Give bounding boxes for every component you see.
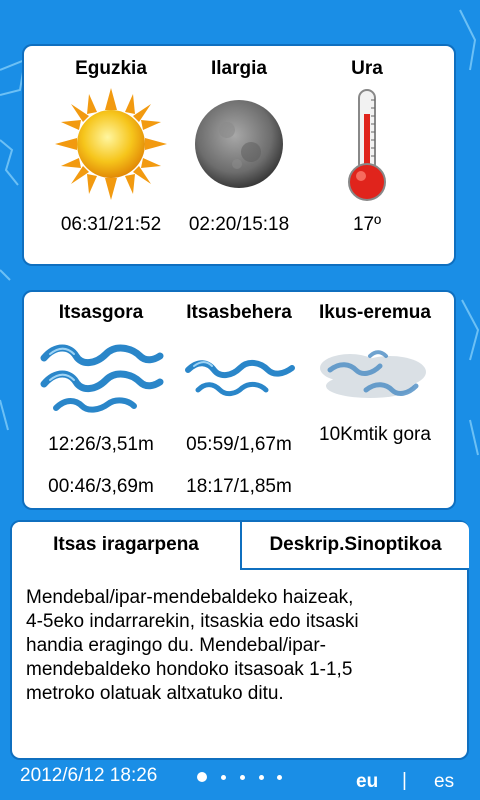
high-tide-value-1: 12:26/3,51m [48,434,154,455]
page-dot[interactable] [221,775,226,780]
waves-icon [40,344,164,413]
tab-itsas-iragarpena[interactable]: Itsas iragarpena [12,522,240,568]
tab-deskrip-sinoptikoa[interactable]: Deskrip.Sinoptikoa [240,522,469,570]
water-column: Ura 17º [292,46,442,236]
thermometer-icon [348,89,386,201]
visibility-column: Ikus-eremua 10Kmtik gora [300,292,450,446]
forecast-line: Mendebal/ipar-mendebaldeko haizeak, [26,587,354,608]
fog-icon [320,350,426,398]
forecast-line: 4-5eko indarrarekin, itsaskia edo itsask… [26,611,359,632]
footer-date: 2012/6/12 18:26 [20,765,158,786]
low-tide-value-2: 18:17/1,85m [186,476,292,497]
forecast-line: mendebaldeko hondoko itsasoak 1-1,5 [26,659,353,680]
astro-panel: Eguzkia 06:31/21:52 Ilargia 02:20/15:18 … [24,46,454,264]
high-tide-column: Itsasgora 12:26/3,51m 00:46/3,69m [26,292,176,498]
lang-separator: | [402,770,407,791]
high-tide-title: Itsasgora [58,302,144,323]
sun-icon [55,88,167,200]
forecast-tabbar: Itsas iragarpena Deskrip.Sinoptikoa [12,522,469,570]
page-dot-active[interactable] [197,772,207,782]
low-tide-column: Itsasbehera 05:59/1,67m 18:17/1,85m [164,292,314,498]
forecast-line: metroko olatuak altxatuko ditu. [26,683,284,704]
water-temperature: 17º [352,214,382,235]
waves-icon [185,360,295,397]
page-dot[interactable] [259,775,264,780]
forecast-description: Mendebal/ipar-mendebaldeko haizeak, 4-5e… [26,586,466,706]
lang-eu-link[interactable]: eu [356,771,378,793]
forecast-line: handia eragingo du. Mendebal/ipar- [26,635,326,656]
high-tide-value-2: 00:46/3,69m [48,476,154,497]
low-tide-value-1: 05:59/1,67m [186,434,292,455]
forecast-panel: Itsas iragarpena Deskrip.Sinoptikoa Mend… [12,522,469,758]
visibility-value: 10Kmtik gora [319,424,431,445]
water-title: Ura [351,58,383,79]
page-dot[interactable] [277,775,282,780]
visibility-title: Ikus-eremua [319,302,431,323]
moon-icon [195,100,283,188]
tides-panel: Itsasgora 12:26/3,51m 00:46/3,69m Itsasb… [24,292,454,508]
low-tide-title: Itsasbehera [186,302,292,323]
page-dot[interactable] [240,775,245,780]
lang-es-link[interactable]: es [434,771,454,793]
